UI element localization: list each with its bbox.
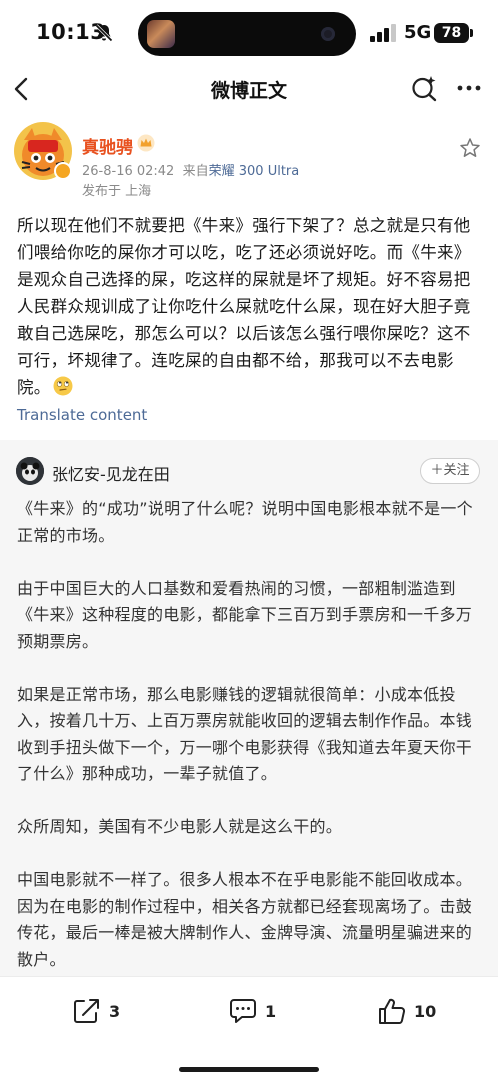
- post-content: 所以现在他们不就要把《牛来》强行下架了？总之就是只有他们喂给你吃的屎你才可以吃，…: [17, 212, 487, 401]
- comment-button[interactable]: 1: [228, 997, 288, 1025]
- comment-count: 1: [265, 1002, 277, 1021]
- like-count: 10: [414, 1002, 437, 1021]
- quoted-content: 《牛来》的“成功”说明了什么呢？说明中国电影根本就不是一个正常的市场。 由于中国…: [17, 496, 487, 1000]
- action-bar: 3 1 10: [0, 976, 498, 1044]
- post-time: 26-8-16 02:42: [82, 164, 175, 179]
- post-location: 发布于 上海: [82, 184, 152, 199]
- favorite-star-icon[interactable]: [459, 137, 481, 159]
- camera-dot: [321, 27, 335, 41]
- signal-icon: [370, 24, 396, 42]
- repost-icon: [74, 999, 99, 1023]
- quoted-avatar[interactable]: [16, 457, 44, 485]
- dynamic-island[interactable]: [138, 12, 356, 56]
- more-icon[interactable]: [455, 78, 483, 98]
- ai-search-icon[interactable]: [410, 74, 438, 102]
- bell-muted-icon: [95, 24, 113, 42]
- post-source-device[interactable]: 荣耀 300 Ultra: [209, 164, 300, 179]
- quoted-paragraph: 众所周知，美国有不少电影人就是这么干的。: [17, 817, 343, 836]
- repost-count: 3: [109, 1002, 121, 1021]
- quoted-paragraph: 中国电影就不一样了。很多人根本不在乎电影能不能回收成本。因为在电影的制作过程中，…: [17, 870, 473, 969]
- post-source-prefix: 来自: [182, 164, 209, 179]
- now-playing-thumbnail: [147, 20, 175, 48]
- post-text: 所以现在他们不就要把《牛来》强行下架了？总之就是只有他们喂给你吃的屎你才可以吃，…: [17, 216, 471, 397]
- home-indicator[interactable]: [179, 1067, 319, 1072]
- quoted-paragraph: 如果是正常市场，那么电影赚钱的逻辑就很简单：小成本低投入，按着几十万、上百万票房…: [17, 684, 473, 784]
- repost-button[interactable]: 3: [72, 997, 132, 1025]
- quoted-author-name[interactable]: 张忆安-见龙在田: [52, 461, 170, 485]
- quoted-avatar-image: [16, 457, 44, 485]
- battery-icon: 78: [434, 23, 469, 43]
- verified-badge-icon: [54, 162, 72, 180]
- author-name[interactable]: 真驰骋: [82, 133, 133, 158]
- network-type: 5G: [404, 22, 432, 43]
- quoted-paragraph: 由于中国巨大的人口基数和爱看热闹的习惯，一部粗制滥造到《牛来》这种程度的电影，都…: [17, 578, 473, 651]
- quoted-paragraph: 《牛来》的“成功”说明了什么呢？说明中国电影根本就不是一个正常的市场。: [17, 499, 473, 545]
- quoted-post[interactable]: 张忆安-见龙在田 ＋关注 《牛来》的“成功”说明了什么呢？说明中国电影根本就不是…: [0, 440, 498, 976]
- nav-bar: 微博正文: [0, 66, 498, 112]
- like-button[interactable]: 10: [377, 997, 447, 1025]
- comment-icon: [230, 999, 256, 1023]
- like-thumb-icon: [379, 998, 405, 1024]
- post-meta: 26-8-16 02:42 来自荣耀 300 Ultra: [82, 160, 299, 179]
- eye-roll-emoji-icon: [53, 376, 73, 396]
- battery-cap: [470, 29, 473, 37]
- crown-badge-icon: [137, 134, 155, 152]
- follow-button[interactable]: ＋关注: [420, 458, 480, 484]
- status-bar: 10:13 5G 78: [0, 0, 498, 66]
- translate-link[interactable]: Translate content: [17, 406, 147, 424]
